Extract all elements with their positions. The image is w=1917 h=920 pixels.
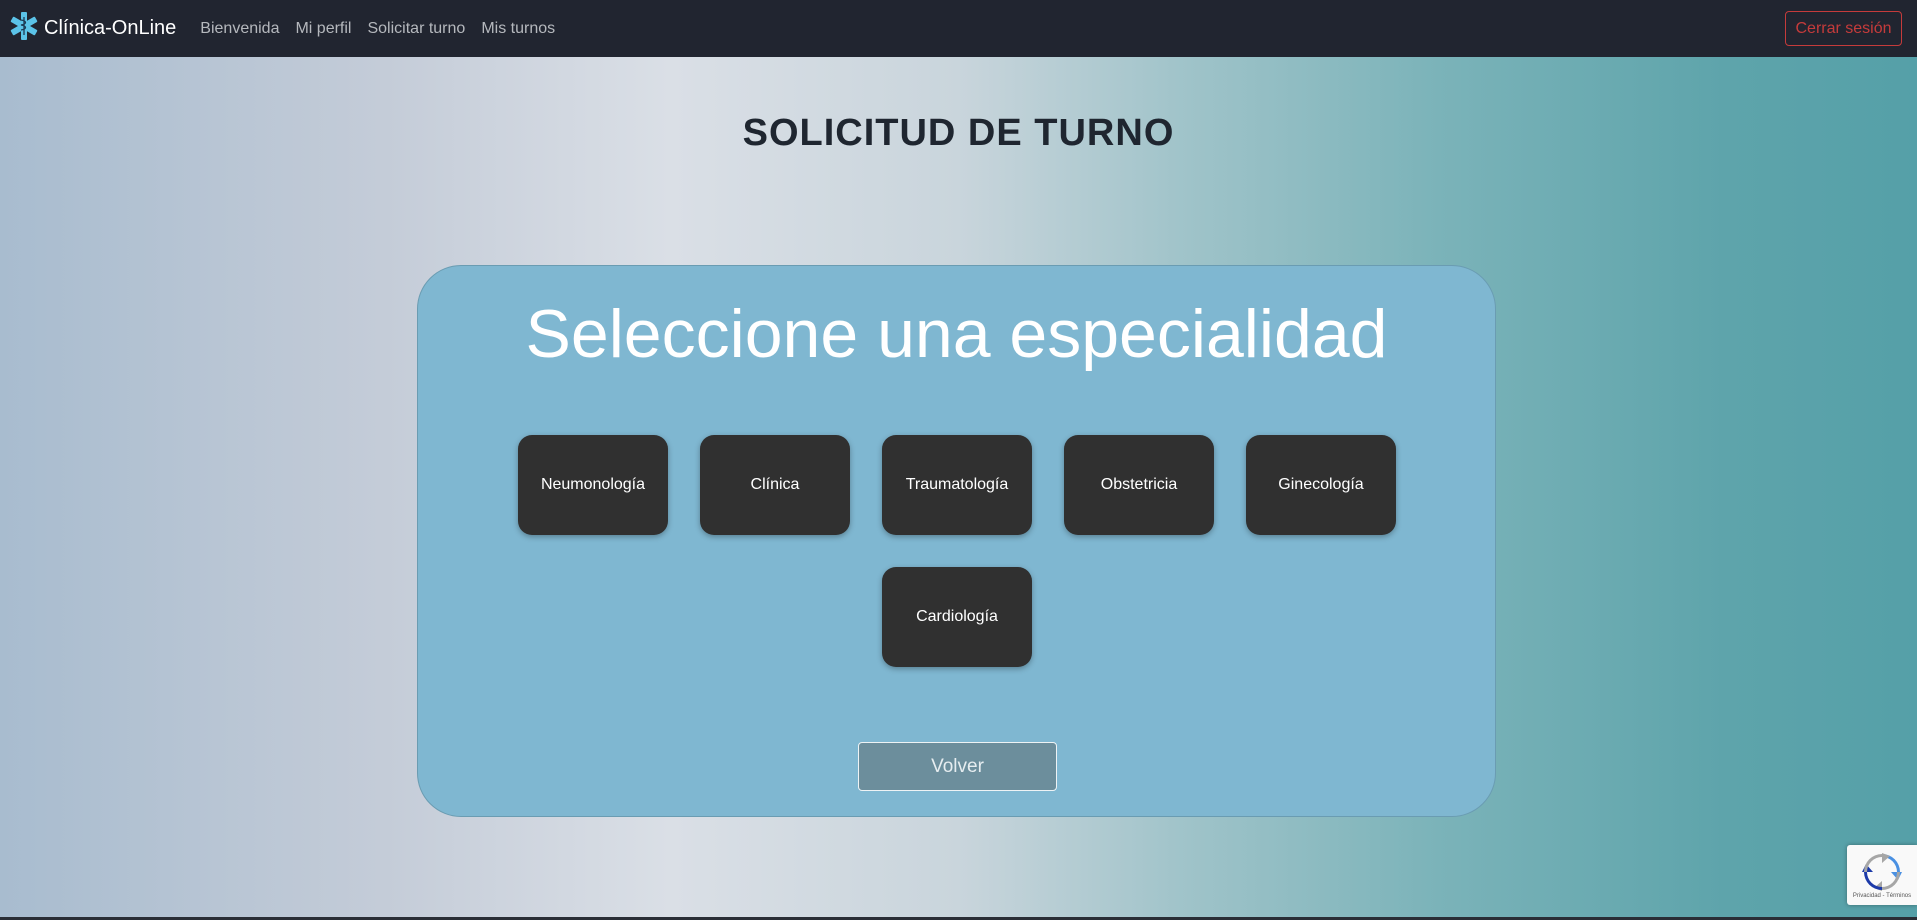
brand-link[interactable]: Clínica-OnLine (9, 11, 176, 47)
brand-label: Clínica-OnLine (44, 17, 177, 39)
page-title: SOLICITUD DE TURNO (742, 112, 1175, 154)
nav-link-solicitar-turno[interactable]: Solicitar turno (367, 20, 465, 38)
nav-link-bienvenida[interactable]: Bienvenida (200, 20, 279, 38)
specialty-button-neumonologia[interactable]: Neumonología (518, 435, 668, 535)
specialty-button-traumatologia[interactable]: Traumatología (882, 435, 1032, 535)
specialty-button-cardiologia[interactable]: Cardiología (882, 567, 1032, 667)
specialty-button-clinica[interactable]: Clínica (700, 435, 850, 535)
specialty-button-obstetricia[interactable]: Obstetricia (1064, 435, 1214, 535)
navbar: Clínica-OnLine Bienvenida Mi perfil Soli… (0, 0, 1917, 57)
specialty-panel: Seleccione una especialidad Neumonología… (417, 265, 1496, 817)
medical-star-of-life-icon (9, 11, 44, 47)
specialty-button-ginecologia[interactable]: Ginecología (1246, 435, 1396, 535)
back-button[interactable]: Volver (858, 742, 1057, 791)
nav-link-mis-turnos[interactable]: Mis turnos (481, 20, 555, 38)
panel-title: Seleccione una especialidad (525, 296, 1388, 372)
logout-button[interactable]: Cerrar sesión (1785, 11, 1902, 46)
nav-link-mi-perfil[interactable]: Mi perfil (295, 20, 351, 38)
recaptcha-badge[interactable]: Privacidad - Términos (1847, 845, 1917, 905)
recaptcha-links[interactable]: Privacidad - Términos (1847, 893, 1917, 899)
